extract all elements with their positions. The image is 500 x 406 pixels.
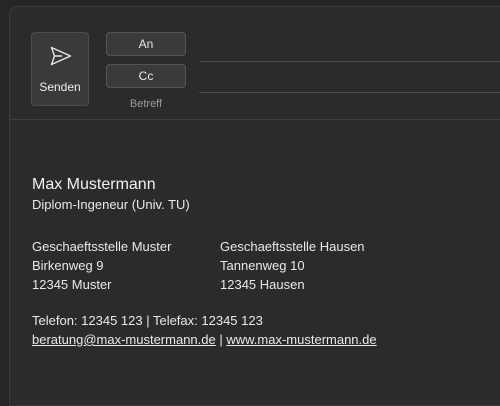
office2-city: 12345 Hausen <box>220 277 305 292</box>
website-link[interactable]: www.max-mustermann.de <box>226 332 376 347</box>
send-icon <box>50 46 72 66</box>
office-block-hausen: Geschaeftsstelle Hausen Tannenweg 10 123… <box>220 237 365 294</box>
links-line: beratung@max-mustermann.de | www.max-mus… <box>32 330 377 349</box>
subject-label: Betreff <box>129 98 163 110</box>
compose-window: Senden An Cc Betreff Max Mustermann Dipl… <box>9 6 500 406</box>
office-block-muster: Geschaeftsstelle Muster Birkenweg 9 1234… <box>32 237 171 294</box>
office2-name: Geschaeftsstelle Hausen <box>220 239 365 254</box>
office1-street: Birkenweg 9 <box>32 258 104 273</box>
office1-city: 12345 Muster <box>32 277 112 292</box>
email-link[interactable]: beratung@max-mustermann.de <box>32 332 216 347</box>
to-button[interactable]: An <box>106 32 186 56</box>
send-button-label: Senden <box>39 80 81 94</box>
link-separator: | <box>215 332 227 347</box>
office1-name: Geschaeftsstelle Muster <box>32 239 172 254</box>
signature-title: Diplom-Ingeneur (Univ. TU) <box>32 197 190 212</box>
send-button[interactable]: Senden <box>31 32 89 106</box>
signature-name: Max Mustermann <box>32 176 156 193</box>
cc-button[interactable]: Cc <box>106 64 186 88</box>
office2-street: Tannenweg 10 <box>220 258 305 273</box>
phone-line: Telefon: 12345 123 | Telefax: 12345 123 <box>32 313 263 328</box>
message-body[interactable]: Max Mustermann Diplom-Ingeneur (Univ. TU… <box>32 175 377 347</box>
to-field-line[interactable] <box>199 61 500 62</box>
cc-field-line[interactable] <box>199 92 500 93</box>
header-divider <box>10 119 500 120</box>
contact-block: Telefon: 12345 123 | Telefax: 12345 123 … <box>32 311 377 349</box>
